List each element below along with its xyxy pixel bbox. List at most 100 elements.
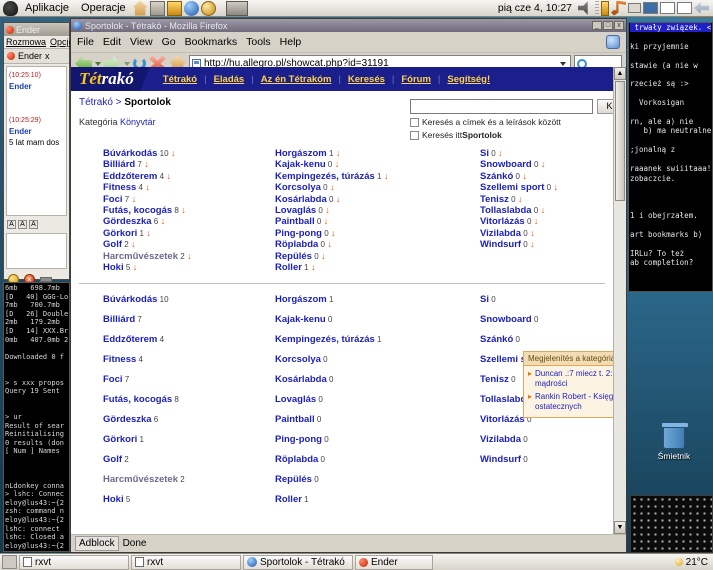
category-link[interactable]: Paintball xyxy=(275,414,315,425)
category-link[interactable]: Eddzőterem xyxy=(103,171,157,182)
show-desktop-button[interactable] xyxy=(2,555,17,569)
download-arrow-icon[interactable]: ↓ xyxy=(328,182,335,192)
download-arrow-icon[interactable]: ↓ xyxy=(130,262,137,272)
minimize-button[interactable]: _ xyxy=(592,21,602,30)
category-link[interactable]: Szellemi sport xyxy=(480,182,544,193)
category-link[interactable]: Kajak-kenu xyxy=(275,314,326,325)
download-arrow-icon[interactable]: ↓ xyxy=(142,159,149,169)
category-link[interactable]: Harcművészetek xyxy=(103,474,178,485)
search-button[interactable]: Keresés xyxy=(597,99,613,114)
desktop-icon-trash[interactable]: Śmietnik xyxy=(651,425,697,461)
menu-tools[interactable]: Tools xyxy=(246,36,271,48)
close-button[interactable]: x xyxy=(614,21,624,30)
category-link[interactable]: Repülés xyxy=(275,251,312,262)
ender-input-area[interactable] xyxy=(6,233,67,269)
category-link[interactable]: Futás, kocogás xyxy=(103,205,172,216)
category-link[interactable]: Golf xyxy=(103,239,122,250)
search-option-1[interactable]: Keresés a címek és a leírások között xyxy=(410,117,605,127)
download-arrow-icon[interactable]: ↓ xyxy=(333,194,340,204)
category-link[interactable]: Fitness xyxy=(103,354,136,365)
panel-logout-icon[interactable] xyxy=(694,1,709,16)
category-link[interactable]: Eddzőterem xyxy=(103,334,157,345)
category-link[interactable]: Horgászom xyxy=(275,294,327,305)
download-arrow-icon[interactable]: ↓ xyxy=(143,182,150,192)
category-link[interactable]: Repülés xyxy=(275,474,312,485)
volume-icon[interactable] xyxy=(578,1,593,16)
nav-segitseg[interactable]: Segítség! xyxy=(440,74,497,85)
category-link[interactable]: Tenisz xyxy=(480,374,509,385)
download-arrow-icon[interactable]: ↓ xyxy=(325,239,332,249)
clock-icon[interactable] xyxy=(201,1,216,16)
page-scrollbar[interactable]: ▲ ▼ xyxy=(613,67,626,534)
taskbar-item-rxvt-2[interactable]: rxvt xyxy=(131,555,241,570)
firefox-window[interactable]: Sportolok - Tétrakó - Mozilla Firefox _ … xyxy=(70,18,627,553)
download-arrow-icon[interactable]: ↓ xyxy=(551,182,558,192)
category-link[interactable]: Kempingezés, túrázás xyxy=(275,171,375,182)
maximize-button[interactable]: □ xyxy=(603,21,613,30)
screen-icon[interactable] xyxy=(226,1,248,16)
format-bold-button[interactable]: A xyxy=(7,220,16,229)
category-link[interactable]: Harcművészetek xyxy=(103,251,178,262)
music-icon[interactable] xyxy=(611,1,626,16)
category-link[interactable]: Horgászom xyxy=(275,148,327,159)
search-input[interactable] xyxy=(410,99,593,114)
featured-item[interactable]: ▸ Duncan .:7 miecz t. 2:. Dar mądrości xyxy=(524,366,613,389)
download-arrow-icon[interactable]: ↓ xyxy=(531,216,538,226)
category-link[interactable]: Roller xyxy=(275,262,302,273)
scroll-up-arrow[interactable]: ▲ xyxy=(614,67,626,80)
scroll-down-arrow[interactable]: ▼ xyxy=(614,521,626,534)
category-link[interactable]: Kosárlabda xyxy=(275,194,327,205)
taskbar-item-ender[interactable]: Ender xyxy=(355,555,433,570)
menu-edit[interactable]: Edit xyxy=(103,36,121,48)
featured-item[interactable]: ▸ Rankin Robert - Księga prawd ostateczn… xyxy=(524,389,613,412)
files-icon[interactable] xyxy=(167,1,182,16)
download-arrow-icon[interactable]: ↓ xyxy=(129,239,136,249)
menu-go[interactable]: Go xyxy=(162,36,176,48)
category-link[interactable]: Vizilabda xyxy=(480,434,521,445)
menu-help[interactable]: Help xyxy=(280,36,302,48)
firefox-titlebar[interactable]: Sportolok - Tétrakó - Mozilla Firefox _ … xyxy=(71,19,626,32)
category-link[interactable]: Kosárlabda xyxy=(275,374,327,385)
gnome-foot-icon[interactable] xyxy=(3,1,18,16)
download-arrow-icon[interactable]: ↓ xyxy=(516,194,523,204)
category-link[interactable]: Snowboard xyxy=(480,314,532,325)
menu-file[interactable]: File xyxy=(77,36,94,48)
rxvt-terminal-left[interactable]: 6mb 698.7mb [D 40] GGG-Lo 7mb 700.7mb [D… xyxy=(3,282,70,552)
nav-az-en-tetrakom[interactable]: Az én Tétrakóm xyxy=(254,74,339,85)
category-link[interactable]: Ping-pong xyxy=(275,434,322,445)
category-link[interactable]: Görkori xyxy=(103,434,137,445)
category-link[interactable]: Foci xyxy=(103,374,123,385)
workspace-1[interactable] xyxy=(643,2,658,14)
download-arrow-icon[interactable]: ↓ xyxy=(333,148,340,158)
category-link[interactable]: Lovaglás xyxy=(275,205,316,216)
nav-kereses[interactable]: Keresés xyxy=(341,74,392,85)
download-arrow-icon[interactable]: ↓ xyxy=(520,171,527,181)
terminal-icon[interactable] xyxy=(150,1,165,16)
home-icon[interactable] xyxy=(133,1,148,16)
taskbar-temperature[interactable]: 21°C xyxy=(675,557,713,568)
irc-terminal-right[interactable]: trwały związek. < ki przyjemnie stawie (… xyxy=(628,22,713,292)
globe-icon[interactable] xyxy=(184,1,199,16)
category-link[interactable]: Korcsolya xyxy=(275,354,321,365)
download-arrow-icon[interactable]: ↓ xyxy=(158,216,165,226)
category-link[interactable]: Snowboard xyxy=(480,159,532,170)
category-link[interactable]: Fitness xyxy=(103,182,136,193)
category-link[interactable]: Korcsolya xyxy=(275,182,321,193)
ender-menu-rozmowa[interactable]: Rozmowa xyxy=(6,37,46,47)
download-arrow-icon[interactable]: ↓ xyxy=(528,228,535,238)
category-link[interactable]: Tenisz xyxy=(480,194,509,205)
ender-chat-window[interactable]: Ender Rozmowa Opcje Ender x (10:25:10) E… xyxy=(3,22,70,280)
category-link[interactable]: Gördeszka xyxy=(103,216,152,227)
forward-dropdown-icon[interactable] xyxy=(124,62,130,66)
nav-tetrako[interactable]: Tétrakó xyxy=(156,74,204,85)
category-link[interactable]: Görkori xyxy=(103,228,137,239)
category-link[interactable]: Hoki xyxy=(103,262,124,273)
download-arrow-icon[interactable]: ↓ xyxy=(332,159,339,169)
category-link[interactable]: Billiárd xyxy=(103,314,135,325)
menu-operacje[interactable]: Operacje xyxy=(75,0,132,16)
category-link[interactable]: Röplabda xyxy=(275,454,318,465)
url-dropdown-icon[interactable] xyxy=(560,62,566,66)
download-arrow-icon[interactable]: ↓ xyxy=(309,262,316,272)
download-arrow-icon[interactable]: ↓ xyxy=(329,228,336,238)
menu-view[interactable]: View xyxy=(130,36,153,48)
